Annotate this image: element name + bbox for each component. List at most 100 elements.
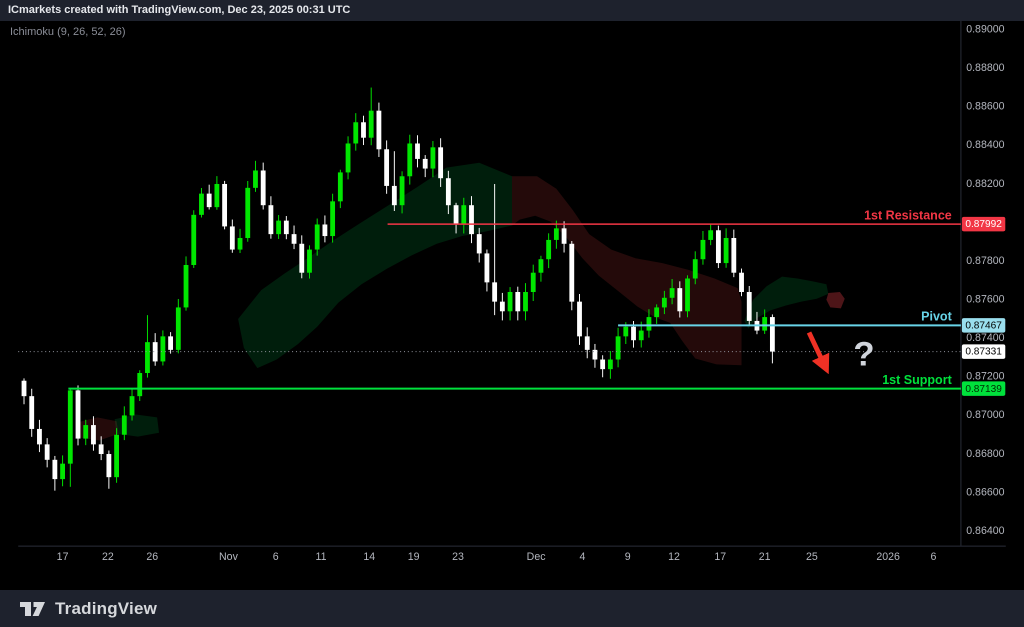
candle-body: [515, 292, 520, 311]
candle-body: [446, 178, 451, 205]
level-price-tag-text: 0.87467: [965, 321, 1002, 332]
candle-body: [731, 238, 736, 273]
x-axis-tick: 26: [146, 551, 158, 563]
candle-body: [423, 159, 428, 169]
candle-body: [492, 282, 497, 301]
candle-body: [207, 194, 212, 208]
candle-body: [122, 415, 127, 434]
tradingview-brand-text: TradingView: [55, 599, 157, 619]
candle-body: [222, 184, 227, 226]
x-axis-tick: 21: [759, 551, 771, 563]
candle-body: [454, 205, 459, 224]
candle-body: [322, 224, 327, 236]
candle-body: [199, 194, 204, 215]
candle-body: [168, 336, 173, 350]
chart-area[interactable]: Ichimoku (9, 26, 52, 26) 1st Resistance0…: [0, 21, 1024, 590]
candle-body: [245, 188, 250, 238]
candle-body: [292, 234, 297, 244]
candle-body: [569, 244, 574, 302]
y-axis-tick: 0.87200: [966, 371, 1004, 383]
candle-body: [214, 184, 219, 207]
candle-body: [461, 205, 466, 224]
level-label: Pivot: [921, 310, 952, 324]
chart-canvas[interactable]: 1st Resistance0.87992Pivot0.874671st Sup…: [0, 21, 1024, 590]
candle-body: [585, 336, 590, 350]
candle-body: [708, 230, 713, 240]
y-axis-tick: 0.88200: [966, 178, 1004, 190]
candle-body: [546, 240, 551, 259]
ichimoku-cloud: [238, 163, 512, 368]
candle-body: [238, 238, 243, 250]
candle-body: [477, 234, 482, 253]
candle-body: [654, 307, 659, 317]
candle-body: [539, 259, 544, 273]
candle-body: [276, 221, 281, 235]
y-axis-tick: 0.88800: [966, 62, 1004, 74]
candle-body: [577, 302, 582, 337]
ichimoku-cloud: [826, 292, 844, 308]
candle-body: [500, 302, 505, 312]
x-axis-tick: 14: [363, 551, 375, 563]
candle-body: [37, 429, 42, 444]
candle-body: [137, 373, 142, 396]
x-axis-tick: 4: [579, 551, 585, 563]
y-axis-tick: 0.86600: [966, 486, 1004, 498]
candle-body: [361, 122, 366, 137]
candle-body: [716, 230, 721, 263]
candle-body: [130, 396, 135, 415]
candle-body: [523, 292, 528, 311]
candle-body: [268, 205, 273, 234]
x-axis-tick: Nov: [219, 551, 239, 563]
candle-body: [392, 186, 397, 205]
candle-body: [762, 317, 767, 331]
candle-body: [647, 317, 652, 331]
candle-body: [114, 435, 119, 477]
level-label: 1st Support: [882, 373, 952, 387]
y-axis-tick: 0.87400: [966, 332, 1004, 344]
x-axis-tick: 17: [57, 551, 69, 563]
level-price-tag-text: 0.87139: [965, 384, 1002, 395]
candle-body: [616, 336, 621, 359]
candle-body: [531, 273, 536, 292]
candle-body: [230, 226, 235, 249]
candle-body: [261, 170, 266, 205]
candle-body: [60, 464, 65, 479]
candle-body: [160, 336, 165, 361]
x-axis-tick: 25: [806, 551, 818, 563]
candle-body: [724, 238, 729, 263]
candle-body: [600, 360, 605, 370]
candle-body: [639, 331, 644, 341]
candle-body: [315, 224, 320, 249]
ichimoku-cloud: [115, 414, 159, 436]
candle-body: [83, 425, 88, 439]
candle-body: [346, 143, 351, 172]
candle-body: [631, 327, 636, 341]
y-axis-tick: 0.89000: [966, 23, 1004, 35]
y-axis-tick: 0.87000: [966, 409, 1004, 421]
candle-body: [91, 425, 96, 444]
x-axis-tick: 12: [668, 551, 680, 563]
candle-body: [485, 253, 490, 282]
candle-body: [330, 201, 335, 236]
footer-bar: TradingView: [0, 590, 1024, 627]
x-axis-tick: Dec: [527, 551, 547, 563]
candle-body: [562, 228, 567, 243]
y-axis-tick: 0.87800: [966, 255, 1004, 267]
x-axis-tick: 6: [273, 551, 279, 563]
candle-body: [145, 342, 150, 373]
candle-body: [29, 396, 34, 429]
down-arrow-annotation[interactable]: [809, 333, 825, 368]
candle-body: [693, 259, 698, 278]
x-axis-tick: 23: [452, 551, 464, 563]
x-axis-tick: 22: [102, 551, 114, 563]
candle-body: [299, 244, 304, 273]
candle-body: [253, 170, 258, 187]
candle-body: [670, 288, 675, 298]
candle-body: [384, 149, 389, 186]
candle-body: [623, 327, 628, 337]
x-axis-tick: 11: [316, 551, 327, 563]
question-mark-annotation[interactable]: ?: [853, 335, 874, 373]
candle-body: [415, 143, 420, 158]
current-price-tag-text: 0.87331: [965, 347, 1002, 358]
x-axis-tick: 2026: [876, 551, 900, 563]
